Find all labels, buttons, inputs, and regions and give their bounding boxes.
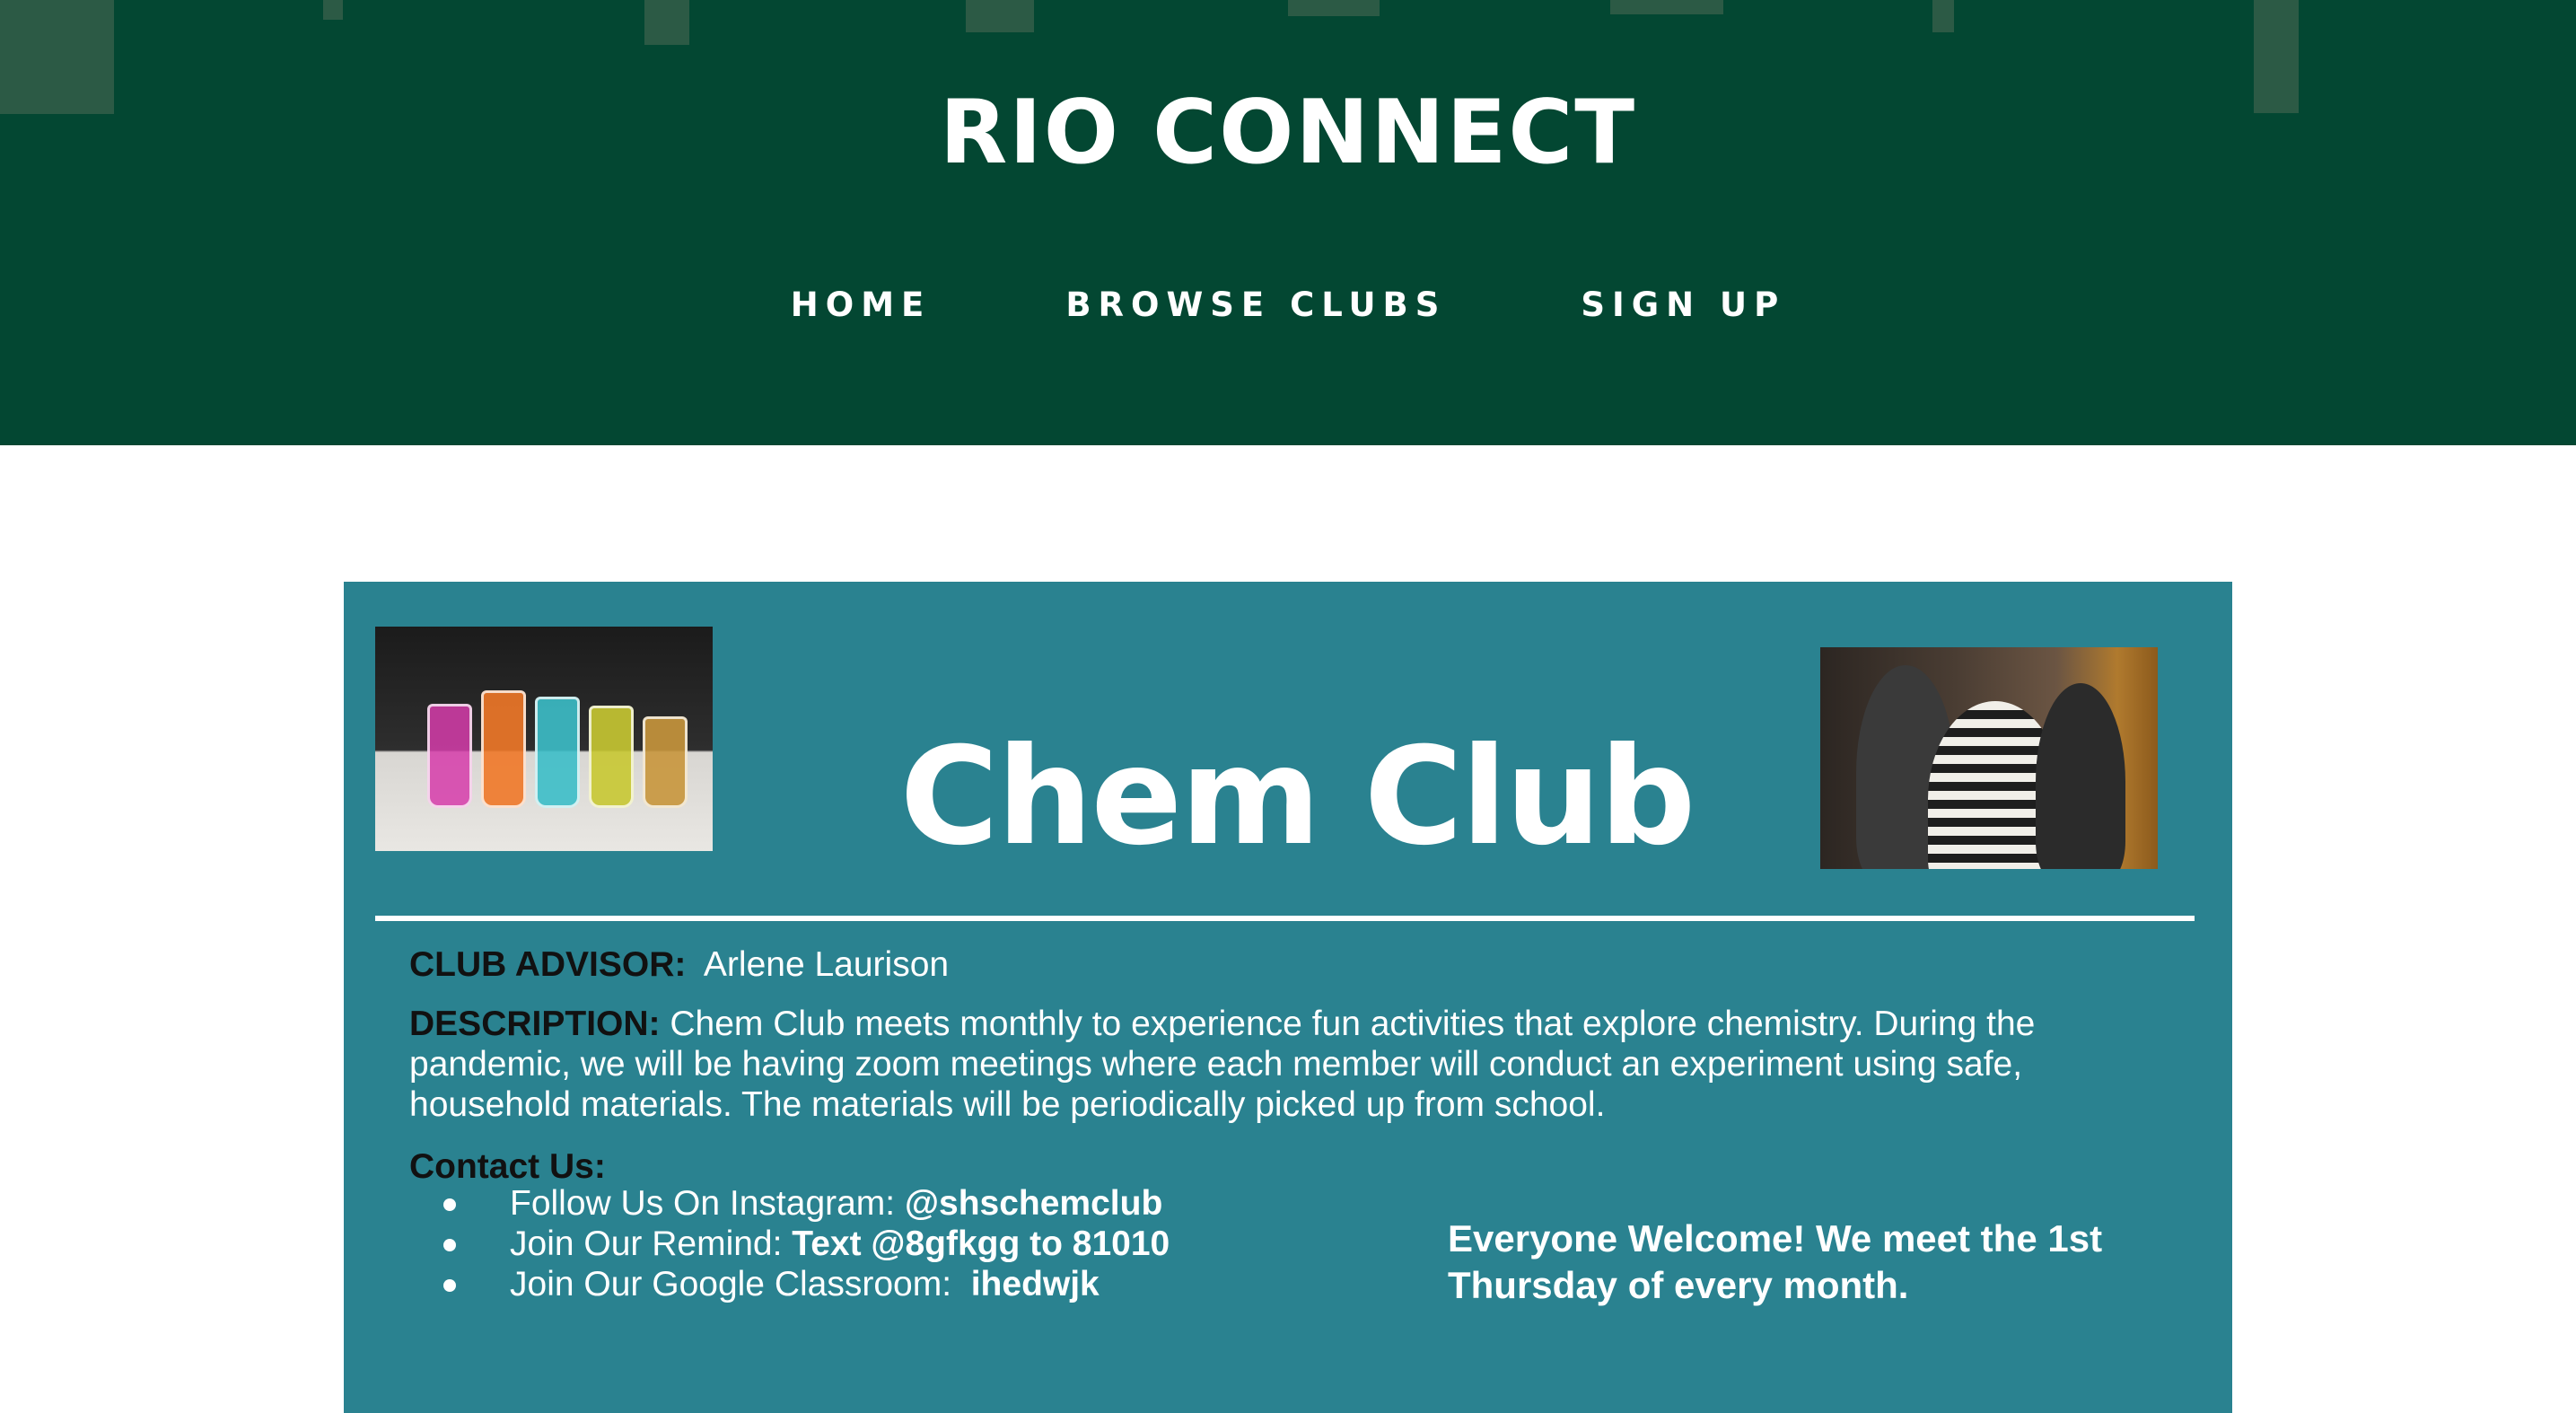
contact-prefix: Follow Us On Instagram: xyxy=(510,1184,896,1223)
contact-item-instagram: Follow Us On Instagram: @shschemclub xyxy=(409,1183,1170,1224)
welcome-message: Everyone Welcome! We meet the 1st Thursd… xyxy=(1448,1217,2103,1306)
contact-item-remind: Join Our Remind: Text @8gfkgg to 81010 xyxy=(409,1224,1170,1264)
contact-list: Follow Us On Instagram: @shschemclub Joi… xyxy=(409,1183,1170,1304)
header-decoration xyxy=(1610,0,1723,14)
advisor-label: CLUB ADVISOR: xyxy=(409,945,687,984)
club-description: DESCRIPTION: Chem Club meets monthly to … xyxy=(409,1004,2169,1125)
flyer-divider xyxy=(375,916,2195,921)
description-label: DESCRIPTION: xyxy=(409,1005,661,1043)
contact-prefix: Join Our Remind: xyxy=(510,1224,783,1263)
header-decoration xyxy=(323,0,343,20)
club-flyer-image: Chem Club CLUB ADVISOR: Arlene Laurison … xyxy=(344,582,2232,1413)
contact-value: ihedwjk xyxy=(970,1265,1100,1303)
student-figure xyxy=(2036,683,2125,869)
contact-item-classroom: Join Our Google Classroom: ihedwjk xyxy=(409,1264,1170,1304)
contact-prefix: Join Our Google Classroom: xyxy=(510,1265,952,1303)
header-decoration xyxy=(966,0,1034,32)
main-nav: HOME BROWSE CLUBS SIGN UP xyxy=(0,280,2576,330)
bullet-icon xyxy=(443,1239,456,1251)
contact-value: @shschemclub xyxy=(904,1184,1163,1223)
nav-sign-up[interactable]: SIGN UP xyxy=(1581,280,1785,330)
site-title[interactable]: RIO CONNECT xyxy=(0,79,2576,187)
contact-value: Text @8gfkgg to 81010 xyxy=(792,1224,1170,1263)
bullet-icon xyxy=(443,1279,456,1292)
header-decoration xyxy=(644,0,689,45)
header-decoration xyxy=(1932,0,1954,32)
nav-browse-clubs[interactable]: BROWSE CLUBS xyxy=(1065,280,1446,330)
nav-home[interactable]: HOME xyxy=(791,280,932,330)
header-decoration xyxy=(1288,0,1380,16)
students-photo xyxy=(1820,647,2158,869)
bullet-icon xyxy=(443,1198,456,1211)
site-header: RIO CONNECT HOME BROWSE CLUBS SIGN UP xyxy=(0,0,2576,445)
club-advisor: CLUB ADVISOR: Arlene Laurison xyxy=(409,939,949,991)
advisor-name: Arlene Laurison xyxy=(703,945,950,984)
